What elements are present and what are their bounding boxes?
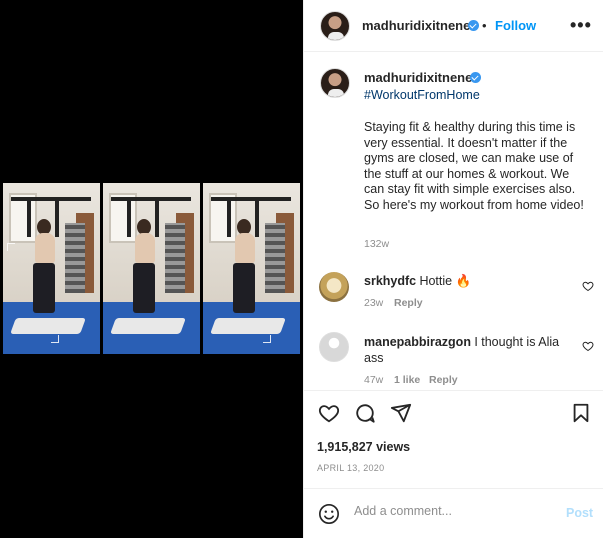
caption-username[interactable]: madhuridixitnene [364,70,472,85]
actions-divider [304,390,603,391]
post-panel: madhuridixitnene • Follow ••• madhuridix… [303,0,603,538]
bookmark-icon[interactable] [570,402,592,424]
like-heart-icon[interactable] [318,402,340,424]
add-comment-bar: Post [304,488,603,538]
comment-age[interactable]: 23w [364,297,383,309]
comment-avatar[interactable] [319,272,349,302]
post-date[interactable]: APRIL 13, 2020 [317,463,384,473]
video-frame-3 [203,183,300,354]
heart-icon[interactable] [582,280,594,292]
separator-dot: • [482,18,487,33]
post-button[interactable]: Post [566,506,593,520]
verified-icon [468,20,479,31]
verified-icon [470,72,481,83]
comment-icon[interactable] [354,402,376,424]
caption-text: Staying fit & healthy during this time i… [364,120,584,212]
avatar[interactable] [320,11,350,41]
comment-username[interactable]: srkhydfc [364,274,416,288]
comment-text: Hottie 🔥 [419,274,472,288]
hashtag-link[interactable]: #WorkoutFromHome [364,88,480,102]
comment-likes[interactable]: 1 like [394,374,420,386]
emoji-icon[interactable] [318,503,340,525]
caption-avatar[interactable] [320,68,350,98]
view-count[interactable]: 1,915,827 views [317,440,410,454]
caption-age[interactable]: 132w [364,238,389,250]
follow-button[interactable]: Follow [495,18,536,33]
post-header: madhuridixitnene • Follow ••• [304,0,603,52]
comment-avatar[interactable] [319,332,349,362]
share-icon[interactable] [390,402,412,424]
header-username[interactable]: madhuridixitnene [362,18,470,33]
comment-item: srkhydfc Hottie 🔥 [364,274,471,289]
reply-button[interactable]: Reply [429,374,458,386]
post-media[interactable] [0,0,303,538]
comment-username[interactable]: manepabbirazgon [364,335,471,349]
comment-age[interactable]: 47w [364,374,383,386]
more-options-icon[interactable]: ••• [570,16,592,34]
video-frame-2 [103,183,200,354]
comment-input[interactable] [354,504,544,518]
reply-button[interactable]: Reply [394,297,423,309]
heart-icon[interactable] [582,340,594,352]
comment-item: manepabbirazgon I thought is Alia ass [364,334,564,366]
video-frame-1 [3,183,100,354]
